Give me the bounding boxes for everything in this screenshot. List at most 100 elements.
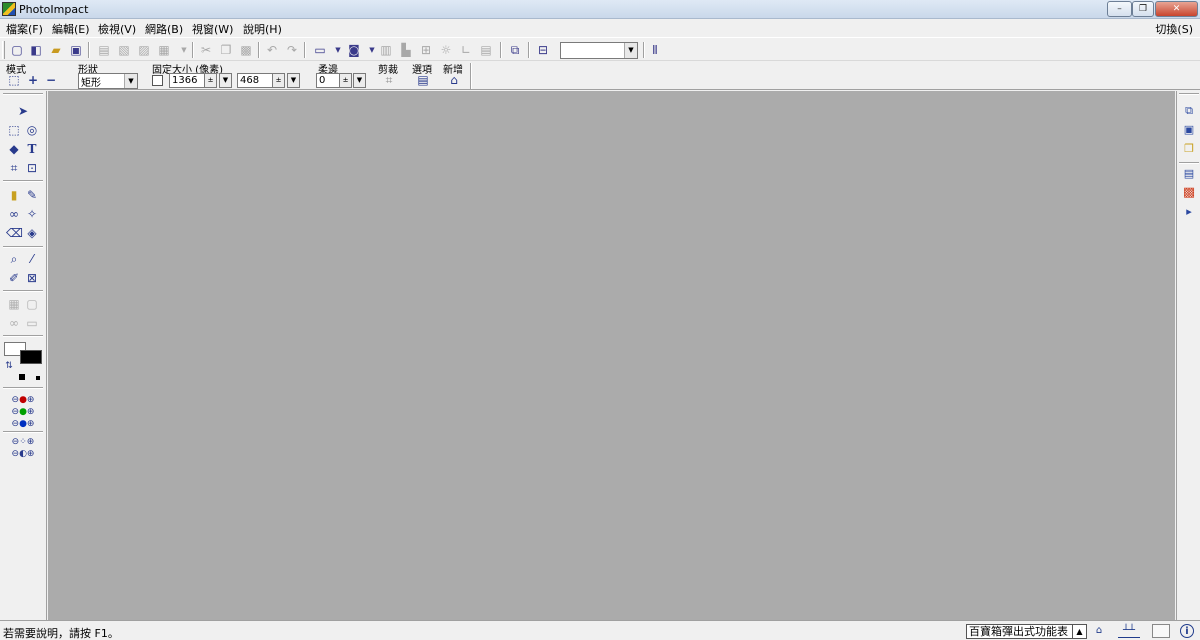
crop-tool-icon[interactable]: ⌗	[6, 160, 22, 176]
toolbar-grip[interactable]	[2, 41, 5, 59]
feather-dropdown[interactable]: ▼	[353, 73, 366, 88]
stamp-tool-icon[interactable]: ⊠	[24, 270, 40, 286]
undo-icon[interactable]: ↶	[264, 42, 280, 58]
height-field[interactable]: 468	[237, 73, 273, 88]
scanner-icon[interactable]: ▭	[312, 42, 328, 58]
frame-icon[interactable]: ▢	[24, 296, 40, 312]
options-icon[interactable]: ▤	[415, 73, 431, 88]
width-spinner[interactable]: ±	[204, 73, 217, 88]
path-tool-icon[interactable]: ◆	[6, 141, 22, 157]
menu-window[interactable]: 視窗(W)	[192, 21, 233, 37]
link-icon[interactable]: ∞	[6, 315, 22, 331]
redo-icon[interactable]: ↷	[284, 42, 300, 58]
menu-view[interactable]: 檢視(V)	[98, 21, 136, 37]
crop-icon[interactable]: ⌗	[381, 73, 397, 88]
transform-tool-icon[interactable]: ⊡	[24, 160, 40, 176]
view-status-icon[interactable]	[1152, 624, 1170, 638]
menu-switch[interactable]: 切換(S)	[1155, 21, 1193, 37]
tool-a-icon[interactable]: ▙	[398, 42, 414, 58]
zoom-tool-icon[interactable]: ⌕	[6, 251, 22, 267]
menu-file[interactable]: 檔案(F)	[6, 21, 43, 37]
grid-icon[interactable]: ▦	[6, 296, 22, 312]
subtract-selection-mode-icon[interactable]: −	[43, 73, 59, 88]
feather-spinner[interactable]: ±	[339, 73, 352, 88]
ruler-status-icon[interactable]: ┴┴	[1118, 624, 1140, 638]
eyedropper-tool-icon[interactable]: ⁄	[24, 251, 40, 267]
panel-grip[interactable]	[3, 93, 43, 95]
screen-icon[interactable]: ⧉	[507, 42, 523, 58]
width-field[interactable]: 1366	[169, 73, 205, 88]
clone-tool-icon[interactable]: ∞	[6, 206, 22, 222]
lasso-tool-icon[interactable]: ◎	[24, 122, 40, 138]
height-spinner[interactable]: ±	[272, 73, 285, 88]
width-dropdown[interactable]: ▼	[219, 73, 232, 88]
tool-b-icon[interactable]: ⊞	[418, 42, 434, 58]
panel-grip[interactable]	[1179, 93, 1199, 95]
shape-select[interactable]: 矩形 ▼	[78, 73, 138, 89]
print-icon[interactable]: ▤	[96, 42, 112, 58]
info-icon[interactable]: Ⅱ	[647, 42, 663, 58]
status-mode-combo[interactable]: 百寶箱彈出式功能表 ▲	[966, 624, 1087, 639]
quick-command-icon[interactable]: ▤	[1181, 166, 1197, 182]
minimize-button[interactable]: –	[1107, 1, 1132, 17]
layers-icon[interactable]: ⊟	[535, 42, 551, 58]
print-preview-icon[interactable]: ▧	[116, 42, 132, 58]
play-icon[interactable]: ▸	[1181, 204, 1197, 220]
menu-edit[interactable]: 編輯(E)	[52, 21, 90, 37]
foreground-color-swatch[interactable]	[20, 350, 42, 364]
menu-web[interactable]: 網路(B)	[145, 21, 183, 37]
pick-tool-icon[interactable]: ➤	[15, 103, 31, 119]
info-status-icon[interactable]: i	[1180, 624, 1194, 638]
add-selection-mode-icon[interactable]: +	[25, 73, 41, 88]
preview-icon[interactable]: ▨	[136, 42, 152, 58]
zoom-fit-icon[interactable]: ▥	[378, 42, 394, 58]
fixed-size-checkbox[interactable]	[152, 75, 163, 86]
ruler-icon[interactable]: ▭	[24, 315, 40, 331]
selection-tool-icon[interactable]: ⬚	[6, 122, 22, 138]
text-tool-icon[interactable]: T	[24, 141, 40, 157]
close-button[interactable]: ✕	[1155, 1, 1198, 17]
new-icon[interactable]: ▢	[9, 42, 25, 58]
feather-field[interactable]: 0	[316, 73, 340, 88]
eraser-tool-icon[interactable]: ⌫	[6, 225, 23, 241]
open-scan-icon[interactable]: ◧	[28, 42, 44, 58]
chevron-down-icon[interactable]: ▼	[124, 74, 137, 88]
doc-icon[interactable]: ▤	[478, 42, 494, 58]
paint-tool-icon[interactable]: ▮	[6, 187, 22, 203]
tool-separator	[3, 180, 43, 182]
paste-icon[interactable]: ▩	[238, 42, 254, 58]
retouch-tool-icon[interactable]: ✧	[24, 206, 40, 222]
send-dropdown-icon[interactable]: ▼	[176, 42, 192, 58]
workspace-canvas[interactable]	[48, 91, 1175, 620]
brightness-icon[interactable]: ☼	[438, 42, 454, 58]
chevron-up-icon[interactable]: ▲	[1072, 625, 1086, 638]
stack-icon[interactable]: ❐	[1181, 141, 1197, 157]
channel-blue-controls[interactable]: ⊖●⊕	[4, 416, 42, 432]
open-icon[interactable]: ▰	[48, 42, 64, 58]
swap-colors-icon[interactable]: ⇅	[1, 358, 17, 374]
default-color-small[interactable]	[36, 376, 40, 380]
height-dropdown[interactable]: ▼	[287, 73, 300, 88]
add-object-icon[interactable]: ⌂	[446, 73, 462, 88]
default-color-black[interactable]	[19, 374, 25, 380]
brush-tool-icon[interactable]: ✎	[24, 187, 40, 203]
easypalette-icon[interactable]: ⌂	[1092, 624, 1106, 638]
send-icon[interactable]: ▦	[156, 42, 172, 58]
scanner-dropdown-icon[interactable]: ▼	[330, 42, 346, 58]
fill-tool-icon[interactable]: ◈	[24, 225, 40, 241]
maximize-button[interactable]: ❐	[1132, 1, 1154, 17]
contrast-controls[interactable]: ⊖◐⊕	[4, 446, 42, 462]
chevron-down-icon[interactable]: ▼	[624, 43, 637, 58]
toolbar-combo[interactable]: ▼	[560, 42, 638, 59]
new-selection-mode-icon[interactable]: ⬚	[6, 73, 22, 88]
cut-icon[interactable]: ✂	[198, 42, 214, 58]
camera-icon[interactable]: ◙	[346, 42, 362, 58]
copy-icon[interactable]: ❐	[218, 42, 234, 58]
curve-icon[interactable]: ∟	[458, 42, 474, 58]
pen-tool-icon[interactable]: ✐	[6, 270, 22, 286]
save-icon[interactable]: ▣	[68, 42, 84, 58]
palette-icon[interactable]: ▩	[1181, 185, 1197, 201]
layer-manager-icon[interactable]: ▣	[1181, 122, 1197, 138]
document-manager-icon[interactable]: ⧉	[1181, 103, 1197, 119]
menu-help[interactable]: 說明(H)	[243, 21, 282, 37]
